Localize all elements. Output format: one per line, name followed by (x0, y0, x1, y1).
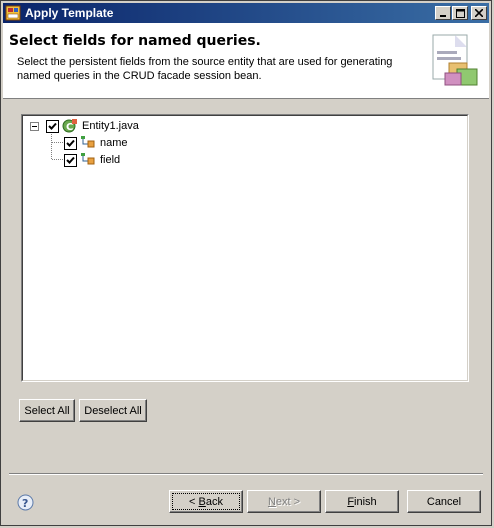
field-checkbox[interactable] (64, 153, 77, 167)
deselect-all-button[interactable]: Deselect All (79, 399, 147, 422)
next-button[interactable]: Next > (247, 490, 321, 513)
tree-node-entity[interactable]: C Entity1.java (46, 118, 139, 134)
wizard-banner-icon (432, 34, 478, 86)
check-icon (66, 139, 75, 147)
field-label: field (100, 154, 121, 166)
page-title: Select fields for named queries. (9, 33, 261, 49)
field-checkbox[interactable] (64, 136, 77, 150)
apply-template-dialog: Apply Template Select fields for named q… (0, 0, 492, 526)
entity-checkbox[interactable] (46, 119, 59, 133)
field-tree[interactable]: C Entity1.java name field (21, 114, 469, 382)
wizard-header: Select fields for named queries. Select … (3, 23, 489, 99)
close-button[interactable] (471, 6, 487, 20)
minimize-icon (440, 14, 446, 17)
cancel-button[interactable]: Cancel (407, 490, 481, 513)
app-icon (5, 5, 21, 21)
select-all-button[interactable]: Select All (19, 399, 75, 422)
maximize-button[interactable] (452, 6, 468, 20)
svg-text:?: ? (22, 497, 28, 510)
tree-node-field[interactable]: field (64, 152, 120, 168)
minus-icon (32, 126, 37, 127)
field-label: name (100, 137, 128, 149)
minimize-button[interactable] (435, 6, 451, 20)
java-entity-icon: C (62, 119, 77, 133)
page-description: Select the persistent fields from the so… (17, 56, 393, 82)
entity-label: Entity1.java (82, 120, 139, 132)
maximize-icon (455, 8, 465, 18)
help-icon[interactable]: ? (17, 494, 34, 511)
tree-node-field[interactable]: name (64, 135, 128, 151)
separator (9, 473, 483, 475)
title-bar[interactable]: Apply Template (3, 3, 489, 23)
back-button[interactable]: < Back (169, 490, 243, 513)
collapse-toggle[interactable] (30, 122, 39, 131)
check-icon (48, 122, 57, 130)
check-icon (66, 156, 75, 164)
finish-button[interactable]: Finish (325, 490, 399, 513)
field-icon (81, 153, 95, 165)
field-icon (81, 136, 95, 148)
window-title: Apply Template (25, 6, 114, 20)
close-icon (475, 9, 483, 17)
